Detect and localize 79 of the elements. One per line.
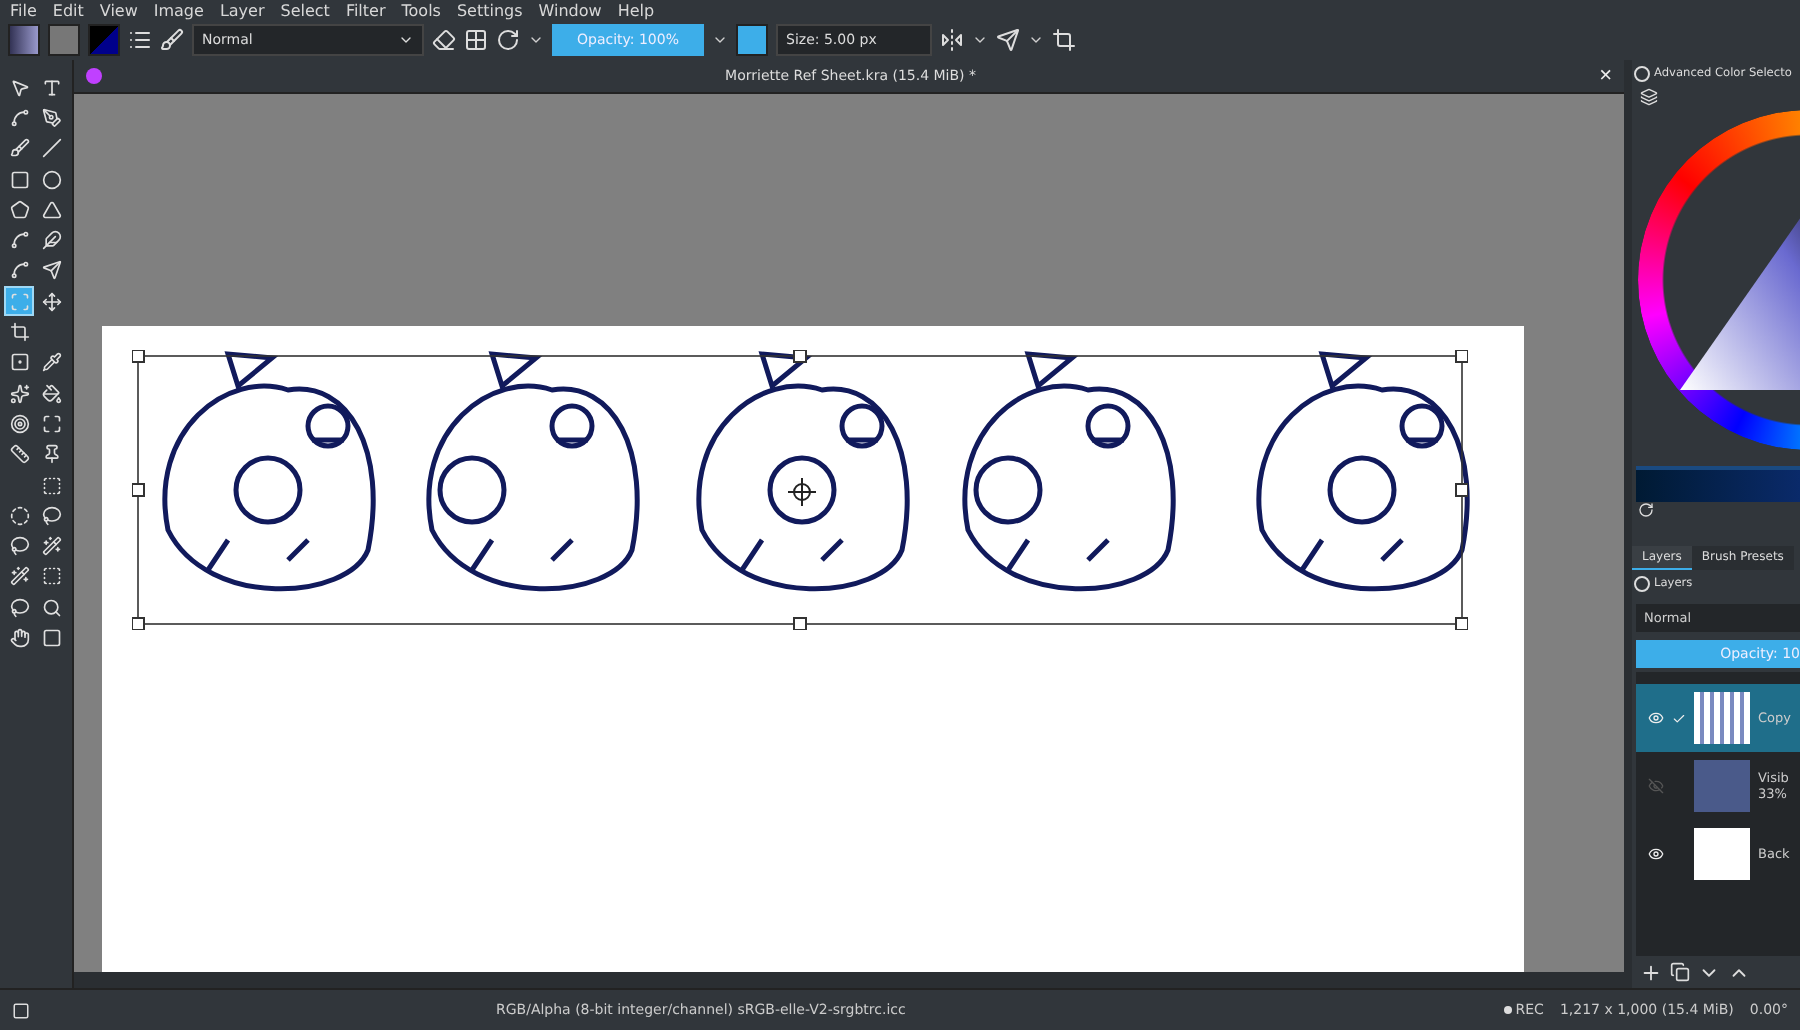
lasso-icon — [41, 505, 61, 526]
paint-bucket-icon — [41, 383, 61, 404]
dashed-square-icon — [41, 475, 61, 495]
crop-icon[interactable] — [1052, 28, 1076, 52]
pattern-swatch[interactable] — [48, 24, 80, 56]
caret-icon[interactable] — [1028, 32, 1044, 48]
color-circle-icon — [86, 68, 102, 84]
dashed-circle-icon — [9, 505, 29, 526]
corners-icon — [41, 413, 61, 434]
zoom-icon — [41, 597, 61, 618]
menu-item[interactable]: Image — [153, 2, 204, 20]
duplicate-icon[interactable] — [1670, 962, 1690, 982]
menu-item[interactable]: Filter — [345, 2, 386, 20]
layer-thumbnail — [1694, 760, 1750, 812]
ruler-icon — [9, 444, 29, 465]
color-swatch[interactable] — [88, 24, 120, 56]
hand-icon — [9, 627, 29, 648]
color-history-bar[interactable] — [1636, 466, 1800, 502]
ellipse-icon — [41, 169, 61, 190]
send-icon[interactable] — [996, 28, 1020, 52]
layer-thumbnail — [1694, 828, 1750, 880]
checker-icon[interactable] — [464, 28, 488, 52]
menu-item[interactable]: Edit — [52, 2, 84, 20]
menu-item[interactable]: Layer — [219, 2, 265, 20]
horizontal-scrollbar[interactable] — [74, 972, 1624, 988]
move-icon — [41, 291, 61, 312]
text-icon — [41, 77, 61, 98]
menu-item[interactable]: Help — [617, 2, 655, 20]
menu-item[interactable]: Settings — [456, 2, 523, 20]
caret-icon[interactable] — [972, 32, 988, 48]
feather-icon — [41, 230, 61, 251]
dashed-square-icon — [41, 566, 61, 587]
lasso-icon — [9, 536, 29, 557]
menu-item[interactable]: Window — [538, 2, 602, 20]
eye-icon[interactable] — [1648, 846, 1664, 862]
menu-item[interactable]: File — [10, 2, 37, 20]
menu-item[interactable]: Tools — [401, 2, 441, 20]
curve-icon — [9, 230, 29, 251]
sparkles-icon — [9, 383, 29, 404]
layer-thumbnail — [1694, 692, 1750, 744]
eyedropper-icon — [41, 352, 61, 373]
menu-item[interactable]: Select — [280, 2, 330, 20]
close-button[interactable]: × — [1599, 65, 1612, 87]
magic-wand-icon — [9, 566, 29, 587]
frame-icon[interactable] — [12, 1001, 30, 1019]
record-dot-icon — [1503, 1006, 1512, 1014]
arrow-icon — [41, 260, 61, 281]
menu-item[interactable]: View — [99, 2, 138, 20]
caret-icon[interactable] — [528, 32, 544, 48]
pen-icon — [41, 107, 61, 128]
rectangle-icon — [9, 169, 29, 190]
frame-icon — [9, 291, 29, 312]
tool-button[interactable] — [4, 286, 34, 317]
pointer-icon — [9, 77, 29, 98]
brush-icon — [9, 138, 29, 159]
check-icon — [1672, 711, 1686, 725]
square-icon — [41, 627, 61, 648]
gradient-swatch[interactable] — [8, 24, 40, 56]
lasso-icon — [9, 597, 29, 618]
target-icon — [9, 413, 29, 434]
add-icon[interactable] — [1640, 961, 1662, 983]
line-icon — [41, 138, 61, 159]
eraser-icon[interactable] — [432, 28, 456, 52]
pin-icon — [41, 444, 61, 465]
brush-icon[interactable] — [160, 28, 184, 52]
caret-icon — [398, 32, 414, 48]
docker-icon — [1634, 66, 1650, 82]
magic-wand-icon — [41, 536, 61, 557]
polygon-icon — [9, 199, 29, 220]
mirror-icon[interactable] — [940, 28, 964, 52]
triangle-icon — [41, 199, 61, 220]
crop-icon — [9, 322, 29, 343]
docker-icon — [1634, 576, 1650, 592]
curve-icon — [9, 107, 29, 128]
brush-color-swatch[interactable] — [736, 24, 768, 56]
caret-icon[interactable] — [712, 32, 728, 48]
crosshair-icon — [788, 478, 816, 506]
reload-icon[interactable] — [496, 28, 520, 52]
curve-icon — [9, 260, 29, 281]
